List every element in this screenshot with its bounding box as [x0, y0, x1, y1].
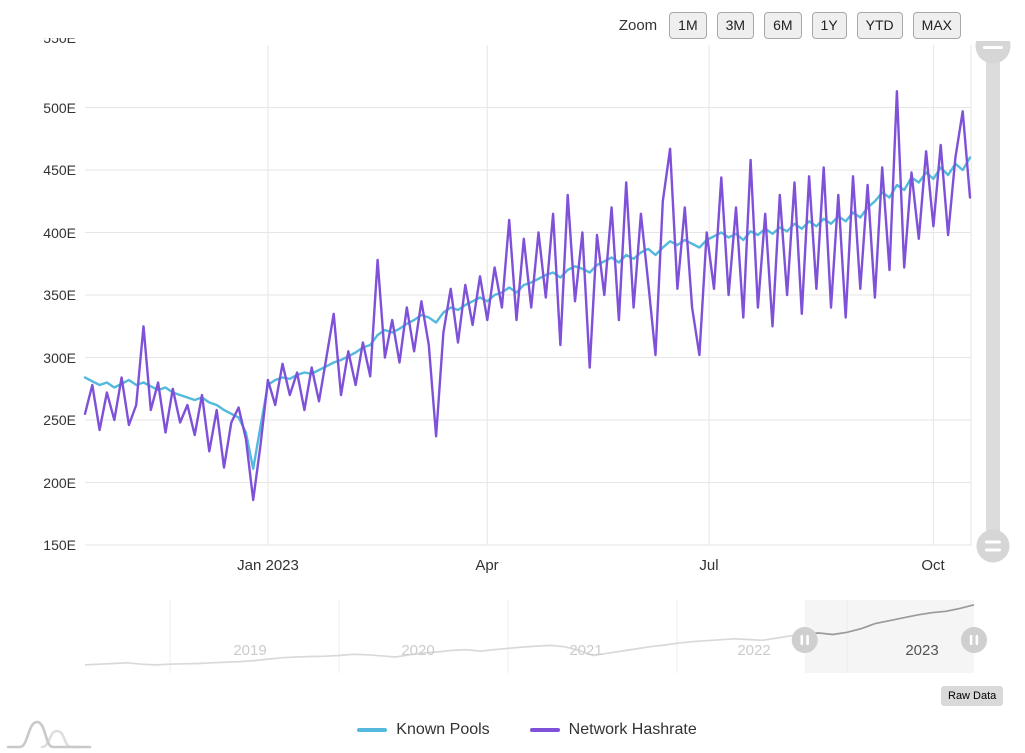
scrollbar-bottom-handle[interactable] — [977, 530, 1010, 563]
navigator-handle-grip-icon — [970, 635, 973, 645]
navigator-series-dim — [85, 634, 805, 665]
known-pools-swatch-icon — [357, 728, 387, 732]
legend-label: Known Pools — [396, 721, 489, 739]
scrollbar-bottom-grip-icon — [985, 541, 1001, 544]
zoom-button-1m[interactable]: 1M — [669, 12, 706, 39]
scrollbar-bottom-grip-icon — [985, 549, 1001, 552]
raw-data-button[interactable]: Raw Data — [941, 686, 1003, 706]
scrollbar-track[interactable] — [986, 46, 1000, 562]
network-hashrate-line — [85, 91, 970, 500]
navigator-handle[interactable] — [961, 627, 987, 653]
network-hashrate-swatch-icon — [530, 728, 560, 732]
range-selector: Zoom 1M 3M 6M 1Y YTD MAX — [619, 12, 961, 39]
scrollbar-top-clip — [973, 0, 1025, 41]
navigator-handle[interactable] — [792, 627, 818, 653]
scrollbar-top-grip-icon — [983, 46, 1003, 49]
legend: Known Pools Network Hashrate — [27, 721, 1025, 739]
navigator-handle-grip-icon — [806, 635, 809, 645]
navigator-handle-grip-icon — [801, 635, 804, 645]
zoom-label: Zoom — [619, 17, 657, 34]
zoom-button-1y[interactable]: 1Y — [812, 12, 847, 39]
navigator-handle-grip-icon — [976, 635, 979, 645]
zoom-button-3m[interactable]: 3M — [717, 12, 754, 39]
legend-item-network-hashrate[interactable]: Network Hashrate — [530, 721, 697, 739]
legend-item-known-pools[interactable]: Known Pools — [357, 721, 489, 739]
zoom-button-max[interactable]: MAX — [913, 12, 961, 39]
chart-canvas — [0, 0, 1025, 753]
zoom-button-ytd[interactable]: YTD — [857, 12, 903, 39]
zoom-button-6m[interactable]: 6M — [764, 12, 801, 39]
legend-label: Network Hashrate — [569, 721, 697, 739]
